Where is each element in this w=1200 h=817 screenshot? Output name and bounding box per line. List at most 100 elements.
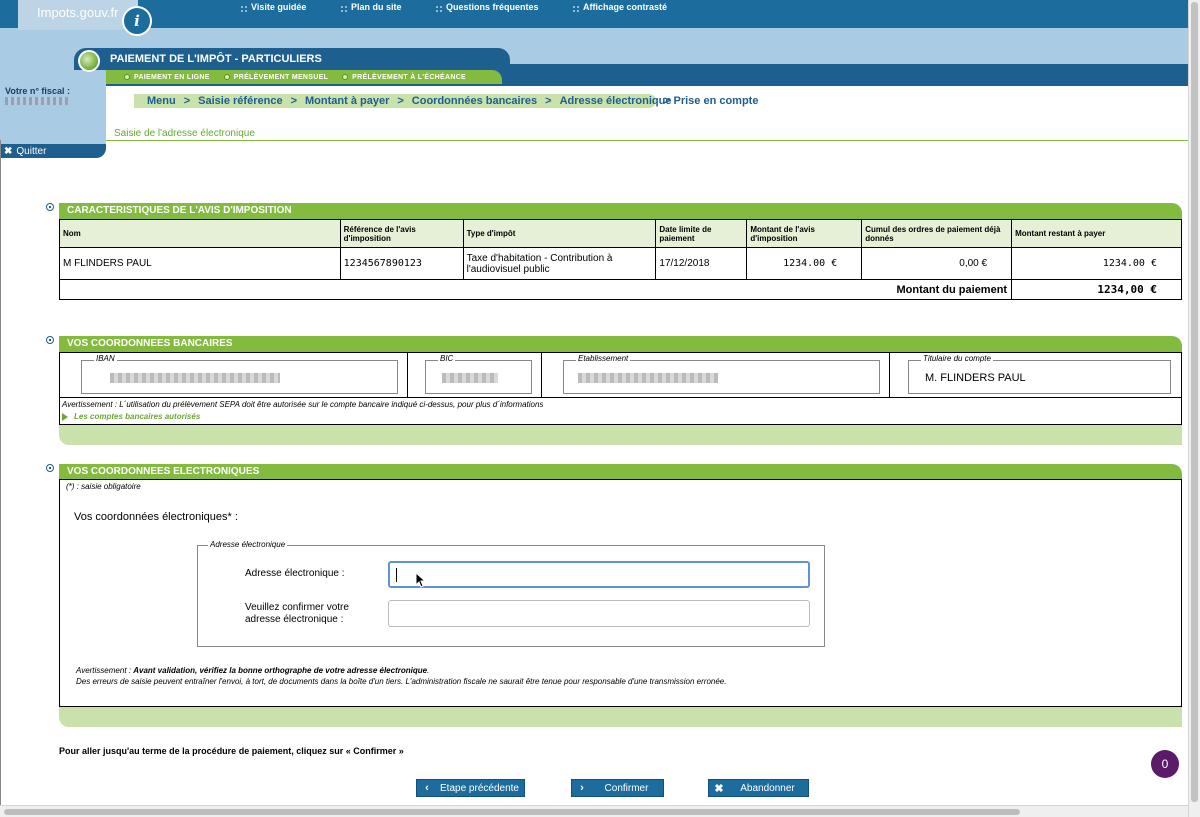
bank-box: IBAN BIC Etablissement Titulaire du comp… bbox=[59, 352, 1182, 398]
breadcrumb-item-prise-en-compte: > Prise en compte bbox=[664, 95, 759, 107]
table-header-row: Nom Référence de l'avis d'imposition Typ… bbox=[59, 219, 1182, 248]
arrow-right-icon bbox=[62, 412, 68, 421]
left-border bbox=[0, 140, 1, 805]
breadcrumb-item-montant[interactable]: Montant à payer bbox=[305, 95, 389, 107]
abandon-button[interactable]: ✖ Abandonner bbox=[708, 779, 809, 797]
fiscal-number-label: Votre n° fiscal : bbox=[5, 86, 70, 96]
notification-badge[interactable]: 0 bbox=[1151, 750, 1179, 778]
column-header: Cumul des ordres de paiement déjà donnés bbox=[861, 219, 1013, 248]
breadcrumb-sep: > bbox=[183, 95, 191, 107]
dots-icon bbox=[340, 5, 348, 13]
cell-date: 17/12/2018 bbox=[655, 247, 748, 280]
column-header: Référence de l'avis d'imposition bbox=[339, 219, 464, 248]
top-link-contrast[interactable]: Affichage contrasté bbox=[572, 2, 692, 13]
section-heading-avis: CARACTERISTIQUES DE L'AVIS D'IMPOSITION bbox=[59, 203, 1182, 219]
close-icon: ✖ bbox=[714, 782, 724, 795]
horizontal-scrollbar[interactable] bbox=[0, 805, 1188, 817]
bic-value-masked bbox=[442, 373, 498, 383]
section-footer bbox=[59, 707, 1182, 727]
section-toggle-icon[interactable] bbox=[46, 336, 54, 344]
holder-label: Titulaire du compte bbox=[921, 354, 993, 363]
avis-table: Nom Référence de l'avis d'imposition Typ… bbox=[58, 219, 1182, 300]
etablissement-value-masked bbox=[578, 373, 718, 383]
cell-restant: 1234.00 € bbox=[1011, 247, 1182, 280]
quit-button[interactable]: ✖ Quitter bbox=[0, 144, 106, 158]
email-input[interactable] bbox=[388, 561, 810, 588]
table-row: M FLINDERS PAUL 1234567890123 Taxe d'hab… bbox=[59, 247, 1182, 280]
elec-coordinates-label: Vos coordonnées électroniques* : bbox=[74, 511, 238, 523]
vertical-scrollbar[interactable] bbox=[1188, 0, 1200, 817]
close-icon: ✖ bbox=[4, 145, 13, 157]
authorized-accounts-link[interactable]: Les comptes bancaires autorisés bbox=[62, 412, 200, 421]
column-header: Date limite de paiement bbox=[655, 219, 748, 248]
confirm-email-input[interactable] bbox=[388, 600, 810, 627]
bullet-icon bbox=[124, 74, 130, 80]
section-toggle-icon[interactable] bbox=[46, 464, 54, 472]
dots-icon bbox=[572, 5, 580, 13]
divider bbox=[407, 353, 408, 397]
breadcrumb-sep: > bbox=[545, 95, 552, 107]
breadcrumb-item-coordonnees[interactable]: Coordonnées bancaires bbox=[412, 95, 537, 107]
mandatory-note: (*) : saisie obligatoire bbox=[66, 482, 141, 491]
app-title: PAIEMENT DE L'IMPÔT - PARTICULIERS bbox=[74, 48, 510, 70]
chevron-left-icon: ‹ bbox=[425, 782, 429, 794]
etablissement-label: Etablissement bbox=[576, 354, 631, 363]
breadcrumb-item-adresse: Adresse électronique bbox=[559, 95, 672, 107]
subtabs: PAIEMENT EN LIGNE PRÉLÈVEMENT MENSUEL PR… bbox=[106, 70, 502, 84]
breadcrumb-item-saisie[interactable]: Saisie référence bbox=[198, 95, 282, 107]
cell-cumul: 0,00 € bbox=[861, 247, 1013, 280]
divider bbox=[541, 353, 542, 397]
scrollbar-thumb[interactable] bbox=[4, 809, 1020, 815]
confirm-button[interactable]: › Confirmer bbox=[571, 779, 664, 797]
section-heading-elec: VOS COORDONNEES ELECTRONIQUES bbox=[59, 464, 1182, 480]
scrollbar-thumb[interactable] bbox=[1191, 2, 1198, 802]
top-link-plan[interactable]: Plan du site bbox=[340, 2, 435, 13]
previous-step-button[interactable]: ‹ Etape précédente bbox=[416, 779, 525, 797]
divider bbox=[889, 353, 890, 397]
section-heading-bank: VOS COORDONNEES BANCAIRES bbox=[59, 336, 1182, 352]
logo-icon[interactable]: i bbox=[122, 6, 152, 36]
breadcrumb-sep: > bbox=[290, 95, 297, 107]
column-header: Montant restant à payer bbox=[1011, 219, 1182, 248]
section-toggle-icon[interactable] bbox=[46, 203, 54, 211]
column-header: Montant de l'avis d'imposition bbox=[746, 219, 863, 248]
breadcrumb-sep: > bbox=[397, 95, 404, 107]
tab-prelevement-echeance[interactable]: PRÉLÈVEMENT À L'ÉCHÉANCE bbox=[342, 74, 466, 81]
instruction-text: Pour aller jusqu'au terme de la procédur… bbox=[59, 746, 404, 756]
tab-prelevement-mensuel[interactable]: PRÉLÈVEMENT MENSUEL bbox=[223, 74, 328, 81]
holder-field: Titulaire du compte M. FLINDERS PAUL bbox=[908, 354, 1171, 394]
column-header: Type d'impôt bbox=[462, 219, 657, 248]
breadcrumb: Menu > Saisie référence > Montant à paye… bbox=[147, 95, 671, 107]
top-link-visite[interactable]: Visite guidée bbox=[240, 2, 340, 13]
cell-montant-avis: 1234.00 € bbox=[746, 247, 863, 280]
app-logo-icon bbox=[78, 50, 100, 72]
bullet-icon bbox=[223, 74, 230, 80]
cell-reference: 1234567890123 bbox=[339, 247, 464, 280]
table-total-row: Montant du paiement 1234,00 € bbox=[58, 279, 1182, 300]
confirm-email-label: Veuillez confirmer votre adresse électro… bbox=[245, 602, 349, 625]
iban-value-masked bbox=[110, 373, 280, 383]
section-footer bbox=[59, 425, 1182, 445]
total-label: Montant du paiement bbox=[58, 279, 1013, 300]
cell-type: Taxe d'habitation - Contribution à l'aud… bbox=[462, 247, 657, 280]
iban-label: IBAN bbox=[94, 354, 117, 363]
tab-paiement-en-ligne[interactable]: PAIEMENT EN LIGNE bbox=[124, 74, 210, 81]
email-fieldset-legend: Adresse électronique bbox=[208, 540, 288, 549]
dots-icon bbox=[240, 5, 248, 13]
divider bbox=[106, 140, 1188, 141]
cell-nom: M FLINDERS PAUL bbox=[59, 247, 341, 280]
column-header: Nom bbox=[59, 219, 341, 248]
bic-label: BIC bbox=[438, 354, 456, 363]
top-link-faq[interactable]: Questions fréquentes bbox=[435, 2, 572, 13]
dots-icon bbox=[435, 5, 443, 13]
breadcrumb-item-menu[interactable]: Menu bbox=[147, 95, 176, 107]
email-label: Adresse électronique : bbox=[245, 568, 345, 579]
logo-text[interactable]: Impots.gouv.fr bbox=[37, 5, 118, 20]
text-caret bbox=[396, 568, 397, 582]
bic-field: BIC bbox=[425, 354, 532, 394]
chevron-right-icon: › bbox=[580, 782, 584, 794]
email-warning: Avertissement : Avant validation, vérifi… bbox=[76, 666, 727, 686]
bank-warning: Avertissement : L´utilisation du prélève… bbox=[62, 400, 544, 409]
holder-value: M. FLINDERS PAUL bbox=[925, 372, 1026, 384]
bullet-icon bbox=[342, 74, 349, 80]
